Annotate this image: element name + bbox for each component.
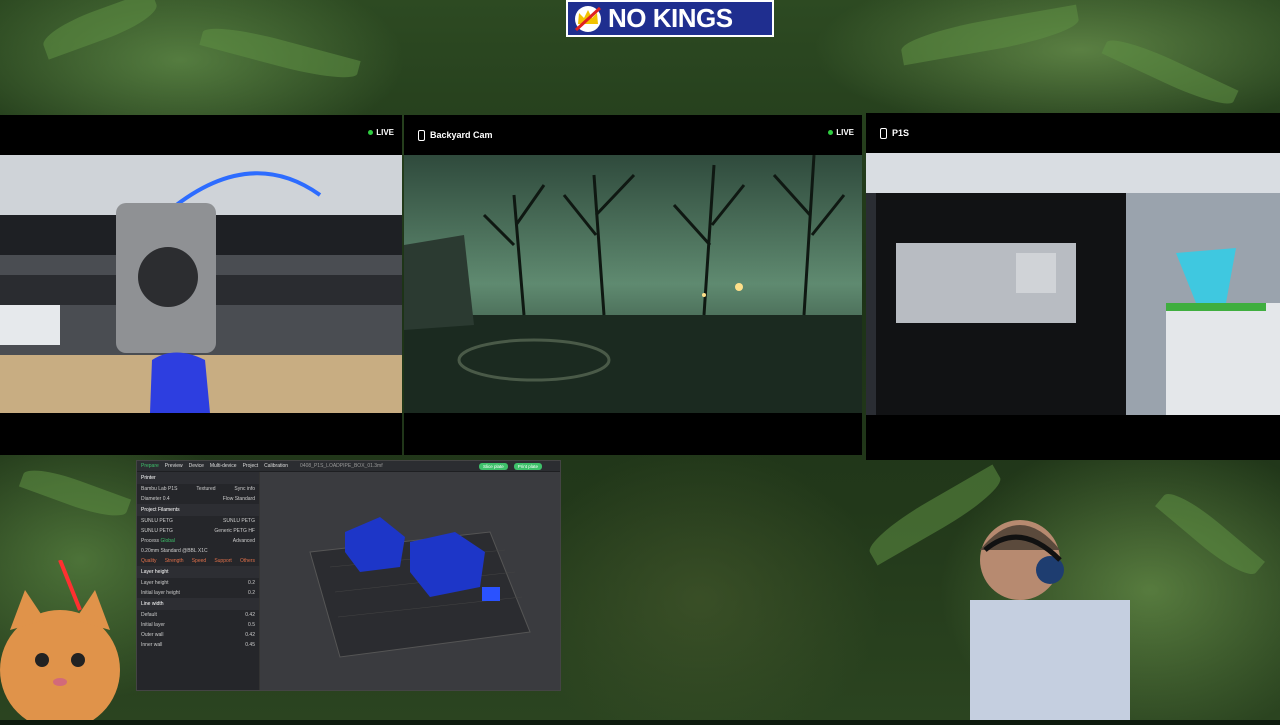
camera-title: P1S — [880, 127, 910, 139]
tab-calibration[interactable]: Calibration — [264, 463, 288, 469]
live-label: LIVE — [376, 128, 394, 137]
profile-row[interactable]: 0.20mm Standard @BBL X1C — [137, 546, 259, 556]
process-mode[interactable]: Global — [160, 538, 174, 544]
setting-row[interactable]: Layer height 0.2 — [137, 578, 259, 588]
flow-label: Flow — [222, 496, 234, 502]
tab-project[interactable]: Project — [243, 463, 259, 469]
camera-panel-p1s[interactable]: P1S — [866, 113, 1280, 460]
setting-label: Inner wall — [141, 642, 163, 648]
nozzle-label: Diameter — [141, 496, 162, 502]
filament-1: SUNLU PETG — [141, 518, 173, 524]
tab-device[interactable]: Device — [189, 463, 204, 469]
setting-row[interactable]: Outer wall 0.42 — [137, 630, 259, 640]
camera-panel-printer-toolhead[interactable]: LIVE — [0, 115, 402, 455]
filament-section-title: Project Filaments — [137, 504, 259, 516]
setting-label: Initial layer height — [141, 590, 180, 596]
setting-value[interactable]: 0.2 — [248, 590, 255, 596]
phone-icon — [880, 127, 887, 139]
setting-row[interactable]: Inner wall 0.45 — [137, 640, 259, 650]
process-label: Process — [141, 538, 160, 544]
advanced-toggle[interactable]: Advanced — [233, 538, 255, 544]
setting-value[interactable]: 0.42 — [245, 612, 255, 618]
camera-header: Backyard Cam LIVE — [404, 115, 862, 155]
filament-3: SUNLU PETG — [141, 528, 173, 534]
setting-row[interactable]: Initial layer 0.5 — [137, 620, 259, 630]
process-profile: 0.20mm Standard @BBL X1C — [141, 548, 208, 554]
setting-value[interactable]: 0.42 — [245, 632, 255, 638]
cat-overlay — [0, 559, 130, 725]
print-plate-button[interactable]: Print plate — [513, 462, 542, 470]
flow-value: Standard — [234, 496, 255, 502]
setting-label: Default — [141, 612, 157, 618]
model-object-1 — [345, 517, 405, 572]
window-title: 0408_P1S_LOADPIPE_BOX_01.3mf — [300, 463, 383, 469]
filament-2: SUNLU PETG — [223, 518, 255, 524]
filament-4: Generic PETG HF — [214, 528, 255, 534]
slicer-app-window[interactable]: Prepare Preview Device Multi-device Proj… — [136, 460, 561, 691]
setting-label: Outer wall — [141, 632, 164, 638]
camera-feed — [866, 153, 1280, 415]
banner-text: NO KINGS — [608, 3, 733, 33]
process-tabs: Quality Strength Speed Support Others — [137, 556, 259, 566]
nozzle-value: 0.4 — [162, 496, 170, 502]
setting-row[interactable]: Initial layer height 0.2 — [137, 588, 259, 598]
printer-row[interactable]: Bambu Lab P1S Textured Sync info — [137, 484, 259, 494]
camera-title: Backyard Cam — [418, 129, 493, 141]
setting-value[interactable]: 0.5 — [248, 622, 255, 628]
3d-viewport[interactable] — [260, 472, 560, 690]
camera-header: LIVE — [0, 115, 402, 155]
tab-strength[interactable]: Strength — [165, 558, 184, 564]
nozzle-row[interactable]: Diameter 0.4 Flow Standard — [137, 494, 259, 504]
slicer-settings-panel: Printer Bambu Lab P1S Textured Sync info… — [137, 472, 260, 690]
line-width-section: Line width — [137, 598, 259, 610]
setting-value[interactable]: 0.2 — [248, 580, 255, 586]
tab-speed[interactable]: Speed — [192, 558, 206, 564]
camera-feed — [404, 155, 862, 413]
process-row[interactable]: Process Global Advanced — [137, 536, 259, 546]
camera-header: P1S — [866, 113, 1280, 153]
phone-icon — [418, 129, 425, 141]
filament-row[interactable]: SUNLU PETG SUNLU PETG — [137, 516, 259, 526]
tab-quality[interactable]: Quality — [141, 558, 157, 564]
camera-feed — [0, 155, 402, 413]
sync-info[interactable]: Sync info — [234, 486, 255, 492]
camera-title-label: Backyard Cam — [430, 130, 493, 140]
plate-type: Textured — [196, 486, 216, 492]
camera-title-label: P1S — [892, 128, 910, 138]
streamer-overlay — [930, 480, 1130, 720]
printer-name: Bambu Lab P1S — [141, 486, 178, 492]
slicer-toolbar: Prepare Preview Device Multi-device Proj… — [137, 461, 560, 471]
setting-label: Initial layer — [141, 622, 165, 628]
live-indicator: LIVE — [368, 128, 394, 137]
layer-height-section: Layer height — [137, 566, 259, 578]
live-dot-icon — [828, 130, 834, 135]
crown-logo-icon — [568, 2, 608, 35]
setting-value[interactable]: 0.45 — [245, 642, 255, 648]
tab-others[interactable]: Others — [240, 558, 255, 564]
slice-plate-button[interactable]: Slice plate — [478, 462, 508, 470]
printer-section-title: Printer — [137, 472, 259, 484]
live-dot-icon — [368, 130, 374, 135]
live-label: LIVE — [836, 128, 854, 137]
tab-preview[interactable]: Preview — [165, 463, 183, 469]
filament-row[interactable]: SUNLU PETG Generic PETG HF — [137, 526, 259, 536]
no-kings-banner: NO KINGS — [566, 0, 774, 37]
tab-multi-device[interactable]: Multi-device — [210, 463, 237, 469]
setting-row[interactable]: Default 0.42 — [137, 610, 259, 620]
camera-panel-backyard[interactable]: Backyard Cam LIVE — [404, 115, 862, 455]
live-indicator: LIVE — [828, 128, 854, 137]
tab-prepare[interactable]: Prepare — [141, 463, 159, 469]
setting-label: Layer height — [141, 580, 169, 586]
tab-support[interactable]: Support — [214, 558, 232, 564]
